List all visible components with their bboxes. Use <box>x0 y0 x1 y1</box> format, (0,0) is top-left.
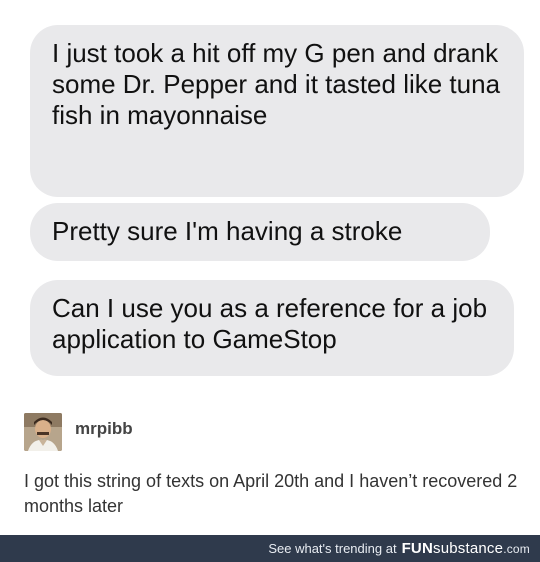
avatar-portrait-icon <box>24 413 62 451</box>
message-bubble[interactable]: Can I use you as a reference for a job a… <box>8 280 514 377</box>
message-text: Can I use you as a reference for a job a… <box>52 293 488 354</box>
funsubstance-logo[interactable]: FUNsubstance.com <box>402 540 530 557</box>
username-link[interactable]: mrpibb <box>75 419 133 439</box>
message-bubble[interactable]: I just took a hit off my G pen and drank… <box>30 25 524 197</box>
bubble-tail-mask <box>8 353 30 377</box>
logo-bold-part: FUN <box>401 540 433 557</box>
message-text: I just took a hit off my G pen and drank… <box>52 38 501 130</box>
logo-light-part: substance <box>433 540 504 557</box>
logo-tld-part: .com <box>503 542 530 556</box>
footer-banner[interactable]: See what's trending at FUNsubstance.com <box>0 535 540 562</box>
avatar[interactable] <box>24 413 62 451</box>
message-text: Pretty sure I'm having a stroke <box>52 216 403 246</box>
post-body-text: I got this string of texts on April 20th… <box>24 471 518 516</box>
footer-trending-text: See what's trending at <box>268 541 397 556</box>
message-thread: I just took a hit off my G pen and drank… <box>0 0 540 400</box>
message-bubble[interactable]: Pretty sure I'm having a stroke <box>30 203 490 261</box>
